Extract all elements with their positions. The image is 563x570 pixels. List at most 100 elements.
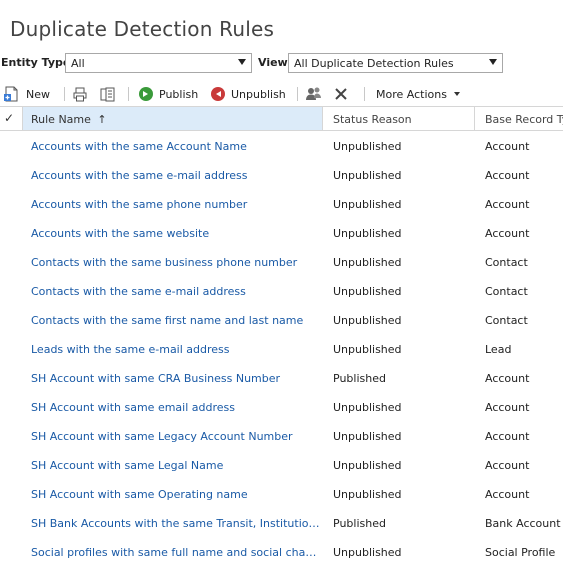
table-row[interactable]: SH Account with same Legacy Account Numb… [0, 422, 563, 451]
export-button[interactable] [100, 84, 115, 104]
more-actions-button[interactable]: More Actions [376, 84, 460, 104]
chevron-down-icon [489, 59, 497, 65]
toolbar-separator [364, 87, 365, 101]
toolbar-separator [297, 87, 298, 101]
rule-name-link[interactable]: SH Account with same Legal Name [31, 459, 322, 472]
rule-name-header-label: Rule Name [31, 113, 91, 126]
delete-button[interactable] [334, 84, 348, 104]
column-header-status-reason[interactable]: Status Reason [333, 107, 412, 130]
grid-header: ✓ Rule Name ↑ Status Reason Base Record … [0, 106, 563, 131]
column-divider [322, 107, 323, 130]
table-row[interactable]: SH Account with same Operating name Unpub… [0, 480, 563, 509]
select-all-checkbox[interactable]: ✓ [4, 107, 22, 130]
status-reason-cell: Unpublished [333, 459, 402, 472]
base-record-type-cell: Account [485, 140, 530, 153]
base-record-type-cell: Account [485, 169, 530, 182]
table-row[interactable]: Accounts with the same e-mail address Unp… [0, 161, 563, 190]
rule-name-link[interactable]: Leads with the same e-mail address [31, 343, 322, 356]
table-row[interactable]: Leads with the same e-mail address Unpubl… [0, 335, 563, 364]
rule-name-link[interactable]: Contacts with the same first name and la… [31, 314, 322, 327]
page-title: Duplicate Detection Rules [10, 17, 275, 41]
status-reason-cell: Unpublished [333, 285, 402, 298]
new-button[interactable]: New [3, 84, 50, 104]
base-record-type-cell: Social Profile [485, 546, 556, 559]
entity-type-select[interactable]: All [65, 53, 252, 73]
table-row[interactable]: Contacts with the same e-mail address Unp… [0, 277, 563, 306]
unpublish-icon [211, 87, 225, 101]
rule-name-link[interactable]: SH Bank Accounts with the same Transit, … [31, 517, 322, 530]
base-record-type-cell: Account [485, 198, 530, 211]
rule-name-link[interactable]: Accounts with the same website [31, 227, 322, 240]
view-value: All Duplicate Detection Rules [294, 57, 454, 70]
publish-icon [139, 87, 153, 101]
table-row[interactable]: SH Account with same email address Unpubl… [0, 393, 563, 422]
caret-down-icon [453, 92, 460, 96]
column-header-rule-name[interactable]: Rule Name ↑ [23, 107, 322, 130]
base-record-type-cell: Contact [485, 285, 528, 298]
rule-name-link[interactable]: SH Account with same email address [31, 401, 322, 414]
rule-name-link[interactable]: Contacts with the same business phone nu… [31, 256, 322, 269]
print-icon [73, 87, 87, 101]
rule-name-link[interactable]: Contacts with the same e-mail address [31, 285, 322, 298]
rule-name-link[interactable]: SH Account with same Operating name [31, 488, 322, 501]
filter-bar: Entity Type: All View: All Duplicate Det… [0, 52, 563, 74]
excel-icon [100, 87, 115, 101]
status-reason-cell: Published [333, 517, 386, 530]
base-record-type-cell: Bank Account [485, 517, 561, 530]
more-actions-label: More Actions [376, 87, 447, 101]
rule-name-link[interactable]: Accounts with the same phone number [31, 198, 322, 211]
table-row[interactable]: Accounts with the same website Unpublishe… [0, 219, 563, 248]
status-reason-cell: Unpublished [333, 401, 402, 414]
publish-label: Publish [159, 87, 199, 101]
rule-name-link[interactable]: Social profiles with same full name and … [31, 546, 322, 559]
sort-ascending-icon: ↑ [97, 113, 107, 126]
entity-type-label: Entity Type: [1, 56, 75, 69]
status-reason-cell: Unpublished [333, 169, 402, 182]
rule-name-link[interactable]: SH Account with same Legacy Account Numb… [31, 430, 322, 443]
new-document-icon [4, 86, 18, 102]
base-record-type-cell: Account [485, 401, 530, 414]
table-row[interactable]: Contacts with the same business phone nu… [0, 248, 563, 277]
toolbar-separator [128, 87, 129, 101]
command-bar: New Publish Unpublish More Actions [0, 84, 563, 104]
unpublish-label: Unpublish [231, 87, 286, 101]
column-divider [474, 107, 475, 130]
table-row[interactable]: SH Account with same Legal Name Unpublish… [0, 451, 563, 480]
status-reason-cell: Unpublished [333, 256, 402, 269]
column-header-base-record-type[interactable]: Base Record Typ [485, 107, 563, 130]
unpublish-button[interactable]: Unpublish [210, 84, 286, 104]
base-record-type-cell: Account [485, 459, 530, 472]
status-reason-cell: Unpublished [333, 227, 402, 240]
print-button[interactable] [73, 84, 88, 104]
table-row[interactable]: SH Bank Accounts with the same Transit, … [0, 509, 563, 538]
status-reason-cell: Unpublished [333, 140, 402, 153]
view-select[interactable]: All Duplicate Detection Rules [288, 53, 503, 73]
table-row[interactable]: Accounts with the same Account Name Unpub… [0, 132, 563, 161]
rule-name-link[interactable]: SH Account with same CRA Business Number [31, 372, 322, 385]
table-row[interactable]: Social profiles with same full name and … [0, 538, 563, 567]
base-record-type-cell: Lead [485, 343, 512, 356]
base-record-type-cell: Account [485, 430, 530, 443]
base-record-type-cell: Contact [485, 256, 528, 269]
base-record-type-cell: Account [485, 372, 530, 385]
toolbar-separator [64, 87, 65, 101]
chevron-down-icon [238, 59, 246, 65]
users-icon [306, 87, 321, 100]
status-reason-cell: Unpublished [333, 343, 402, 356]
status-reason-cell: Unpublished [333, 314, 402, 327]
delete-x-icon [335, 88, 347, 100]
table-row[interactable]: Accounts with the same phone number Unpub… [0, 190, 563, 219]
status-reason-cell: Unpublished [333, 488, 402, 501]
table-row[interactable]: Contacts with the same first name and la… [0, 306, 563, 335]
assign-button[interactable] [305, 84, 323, 104]
grid-body: Accounts with the same Account Name Unpub… [0, 132, 563, 567]
entity-type-value: All [71, 57, 85, 70]
rule-name-link[interactable]: Accounts with the same e-mail address [31, 169, 322, 182]
base-record-type-cell: Account [485, 488, 530, 501]
table-row[interactable]: SH Account with same CRA Business Number… [0, 364, 563, 393]
publish-button[interactable]: Publish [138, 84, 198, 104]
status-reason-cell: Published [333, 372, 386, 385]
new-label: New [26, 87, 50, 101]
rule-name-link[interactable]: Accounts with the same Account Name [31, 140, 322, 153]
base-record-type-cell: Contact [485, 314, 528, 327]
